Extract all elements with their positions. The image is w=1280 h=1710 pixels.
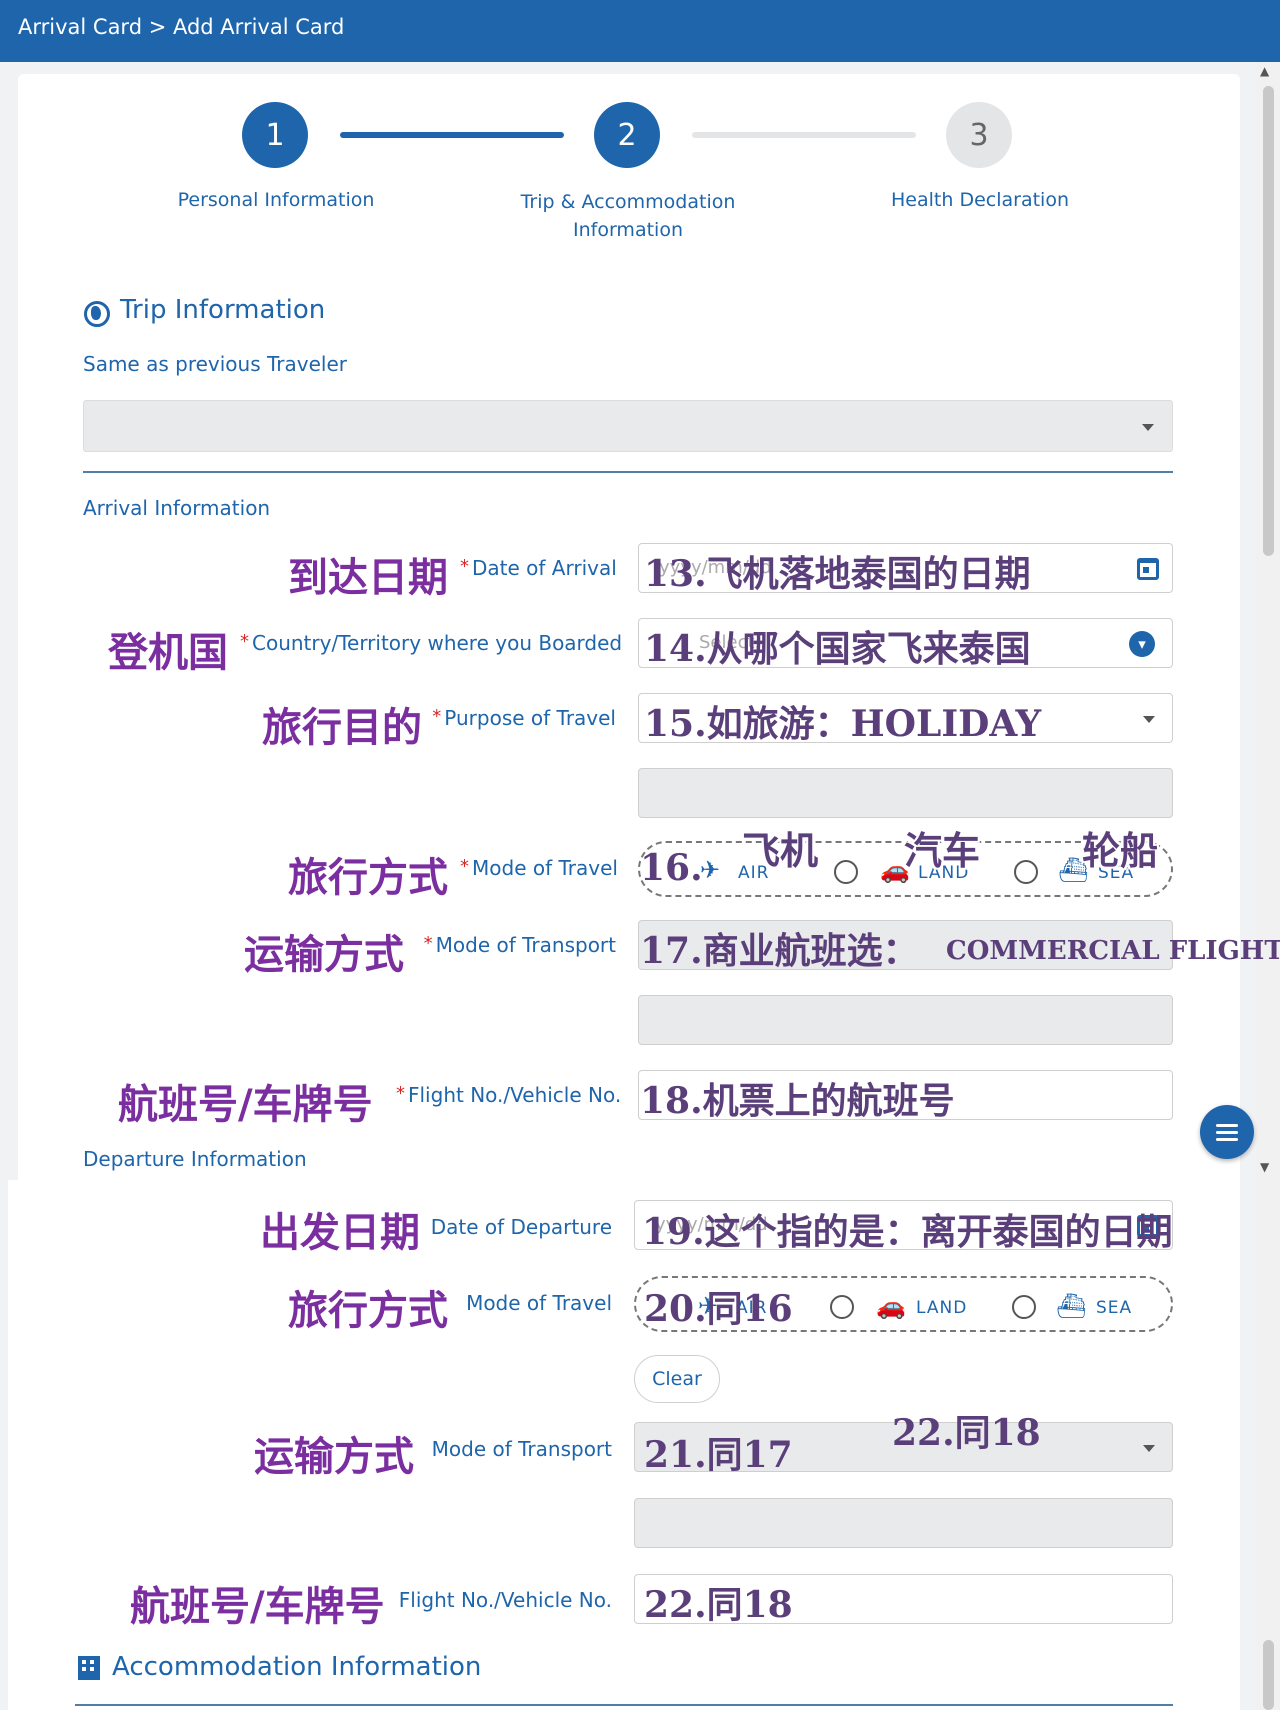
departure-flight-number-cn-label: 航班号/车牌号 <box>130 1584 385 1630</box>
step-3-label: Health Declaration <box>891 189 1069 211</box>
required-mark: * <box>396 1083 405 1104</box>
step-1-label: Personal Information <box>177 189 375 211</box>
departure-mode-of-travel-label: Mode of Travel <box>466 1291 612 1315</box>
mode-sea-cn-hint: 轮船 <box>1082 828 1159 873</box>
country-boarded-annotation: 14.从哪个国家飞来泰国 <box>644 628 1031 670</box>
mode-of-transport-label: * Mode of Transport <box>420 933 616 957</box>
scroll-up-arrow-icon[interactable]: ▲ <box>1260 64 1269 78</box>
departure-mode-of-travel-annotation: 20.同16 <box>644 1288 793 1330</box>
calendar-icon[interactable] <box>1137 558 1159 580</box>
date-of-departure-annotation: 19.这个指的是：离开泰国的日期 <box>642 1211 1173 1253</box>
mode-of-travel-annotation: 16. <box>640 847 703 889</box>
mode-of-travel-label-text: Mode of Travel <box>472 856 618 880</box>
mode-air-cn-hint: 飞机 <box>742 828 819 873</box>
date-of-arrival-label: * Date of Arrival <box>460 556 617 580</box>
accommodation-information-title: Accommodation Information <box>112 1652 482 1682</box>
top-bar: Arrival Card > Add Arrival Card <box>0 0 1280 62</box>
building-icon <box>78 1656 100 1680</box>
departure-mode-of-transport-cn-label: 运输方式 <box>254 1434 414 1480</box>
step-connector-2 <box>692 132 916 138</box>
date-of-arrival-cn-label: 到达日期 <box>288 555 448 601</box>
trip-information-title: Trip Information <box>120 295 326 325</box>
required-mark: * <box>423 933 433 954</box>
flight-number-label-text: Flight No./Vehicle No. <box>408 1083 622 1107</box>
chevron-down-icon <box>1143 716 1155 723</box>
departure-flight-number-label: Flight No./Vehicle No. <box>398 1588 612 1612</box>
departure-mode-land-label: LAND <box>916 1298 968 1318</box>
step-2-label: Trip & Accommodation Information <box>520 191 736 241</box>
departure-mode-of-transport-other-input[interactable] <box>634 1498 1173 1548</box>
section-divider <box>83 471 1173 473</box>
ship-icon: ⛴ <box>1056 1292 1087 1320</box>
same-as-previous-select[interactable] <box>83 400 1173 452</box>
scrollbar-thumb-secondary[interactable] <box>1263 1640 1274 1710</box>
date-of-departure-label: Date of Departure <box>430 1215 612 1239</box>
mode-land-cn-hint: 汽车 <box>904 828 981 873</box>
scrollbar-thumb[interactable] <box>1263 86 1274 556</box>
required-mark: * <box>432 706 442 727</box>
departure-mode-sea-radio[interactable] <box>1012 1295 1036 1319</box>
mode-of-travel-cn-label: 旅行方式 <box>288 855 448 901</box>
globe-icon <box>84 301 110 327</box>
departure-mode-of-travel-cn-label: 旅行方式 <box>288 1288 448 1334</box>
country-boarded-label: * Country/Territory where you Boarded <box>240 631 622 655</box>
departure-mode-land-radio[interactable] <box>830 1295 854 1319</box>
required-mark: * <box>460 556 469 577</box>
purpose-of-travel-cn-label: 旅行目的 <box>262 705 422 751</box>
purpose-of-travel-other-input[interactable] <box>638 768 1173 818</box>
required-mark: * <box>240 631 249 652</box>
departure-mode-of-transport-annotation-extra: 22.同18 <box>892 1412 1041 1454</box>
mode-of-transport-label-text: Mode of Transport <box>435 933 616 957</box>
country-boarded-cn-label: 登机国 <box>108 630 228 676</box>
mode-of-transport-other-input[interactable] <box>638 995 1173 1045</box>
step-3-circle[interactable]: 3 <box>946 102 1012 168</box>
mode-land-radio[interactable] <box>834 860 858 884</box>
mode-of-transport-annotation: 17.商业航班选： <box>640 930 919 972</box>
date-of-departure-cn-label: 出发日期 <box>260 1210 420 1256</box>
section-divider <box>75 1704 1173 1706</box>
flight-number-cn-label: 航班号/车牌号 <box>118 1082 373 1128</box>
mode-of-travel-label: * Mode of Travel <box>460 856 618 880</box>
same-as-previous-label: Same as previous Traveler <box>83 352 347 376</box>
required-mark: * <box>460 856 469 877</box>
purpose-of-travel-annotation: 15.如旅游：HOLIDAY <box>644 703 1042 745</box>
country-boarded-label-text: Country/Territory where you Boarded <box>252 631 623 655</box>
departure-mode-of-transport-annotation: 21.同17 <box>644 1434 793 1476</box>
purpose-of-travel-label-text: Purpose of Travel <box>444 706 616 730</box>
step-1-circle[interactable]: 1 <box>242 102 308 168</box>
date-of-arrival-label-text: Date of Arrival <box>472 556 617 580</box>
chevron-down-icon <box>1142 424 1154 431</box>
breadcrumb[interactable]: Arrival Card > Add Arrival Card <box>18 15 344 39</box>
scroll-down-arrow-icon[interactable]: ▼ <box>1260 1160 1269 1174</box>
departure-flight-number-annotation: 22.同18 <box>644 1584 793 1626</box>
mode-of-transport-annotation-value: COMMERCIAL FLIGHT <box>946 936 1280 966</box>
departure-mode-sea-label: SEA <box>1096 1298 1133 1318</box>
menu-icon[interactable] <box>1200 1105 1254 1159</box>
car-icon: 🚗 <box>876 1292 906 1320</box>
chevron-down-icon <box>1143 1445 1155 1452</box>
mode-sea-radio[interactable] <box>1014 860 1038 884</box>
flight-number-label: * Flight No./Vehicle No. <box>396 1083 621 1107</box>
flight-number-annotation: 18.机票上的航班号 <box>640 1080 955 1122</box>
departure-information-title: Departure Information <box>83 1147 307 1171</box>
clear-button[interactable]: Clear <box>634 1355 720 1403</box>
purpose-of-travel-label: * Purpose of Travel <box>430 706 616 730</box>
step-2-circle[interactable]: 2 <box>594 102 660 168</box>
step-connector-1 <box>340 132 564 138</box>
departure-mode-of-transport-label: Mode of Transport <box>431 1437 612 1461</box>
mode-of-transport-cn-label: 运输方式 <box>244 932 404 978</box>
arrival-information-title: Arrival Information <box>83 496 271 520</box>
chevron-down-icon: ▾ <box>1129 631 1155 657</box>
date-of-arrival-annotation: 13.飞机落地泰国的日期 <box>644 553 1031 595</box>
airplane-icon: ✈ <box>700 856 721 884</box>
